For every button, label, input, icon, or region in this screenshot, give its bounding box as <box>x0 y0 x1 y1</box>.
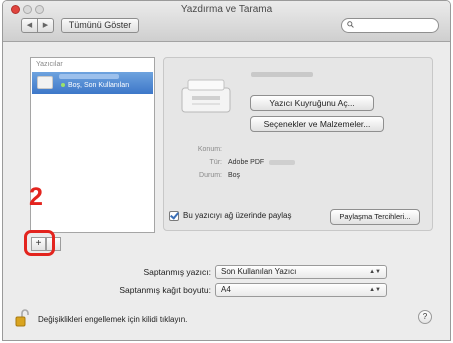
printer-image <box>181 79 231 113</box>
printer-name-redacted <box>251 72 313 77</box>
sharing-preferences-button[interactable]: Paylaşma Tercihleri... <box>330 209 420 225</box>
printer-icon <box>37 76 53 89</box>
help-button[interactable]: ? <box>418 310 432 324</box>
redacted-text <box>269 159 296 165</box>
window-title: Yazdırma ve Tarama <box>180 4 273 15</box>
lock-icon[interactable] <box>15 309 29 327</box>
printer-details-panel: Yazıcı Kuyruğunu Aç... Seçenekler ve Mal… <box>163 57 433 231</box>
step-number: 2 <box>29 183 43 211</box>
location-label: Konum: <box>197 146 222 153</box>
share-checkbox[interactable] <box>169 211 179 221</box>
show-all-button[interactable]: Tümünü Göster <box>61 18 139 33</box>
printer-status: Boş, Son Kullanılan <box>61 82 129 89</box>
status-label: Durum: <box>199 172 222 179</box>
default-printer-select[interactable]: Son Kullanılan Yazıcı ▲▼ <box>215 265 387 279</box>
default-printer-value: Son Kullanılan Yazıcı <box>221 267 297 276</box>
search-field[interactable] <box>341 18 439 33</box>
printer-status-text: Boş, Son Kullanılan <box>68 82 130 89</box>
lock-message: Değişiklikleri engellemek için kilidi tı… <box>38 315 188 324</box>
printer-list-item[interactable]: Boş, Son Kullanılan <box>32 72 153 94</box>
search-icon <box>347 21 354 28</box>
printer-name-redacted <box>59 74 119 79</box>
select-arrows-icon: ▲▼ <box>369 269 381 275</box>
default-paper-size-value: A4 <box>221 285 231 294</box>
forward-button[interactable]: ▶ <box>37 18 54 33</box>
type-label: Tür: <box>209 159 222 166</box>
default-paper-size-label: Saptanmış kağıt boyutu: <box>119 285 211 295</box>
status-value: Boş <box>228 172 241 179</box>
status-dot-icon <box>61 83 65 88</box>
default-paper-size-select[interactable]: A4 ▲▼ <box>215 283 387 297</box>
print-and-scan-window: Yazdırma ve Tarama ◀ ▶ Tümünü Göster Yaz… <box>2 0 451 341</box>
printer-list[interactable]: Yazıcılar Boş, Son Kullanılan <box>30 57 155 233</box>
type-value: Adobe PDF <box>228 159 265 166</box>
back-button[interactable]: ◀ <box>21 18 38 33</box>
open-print-queue-button[interactable]: Yazıcı Kuyruğunu Aç... <box>250 95 374 111</box>
printers-header: Yazıcılar <box>36 61 63 68</box>
options-and-supplies-button[interactable]: Seçenekler ve Malzemeler... <box>250 116 384 132</box>
title-bar: Yazdırma ve Tarama ◀ ▶ Tümünü Göster <box>3 1 450 42</box>
share-printer-option[interactable]: Bu yazıcıyı ağ üzerinde paylaş <box>169 211 292 221</box>
share-label: Bu yazıcıyı ağ üzerinde paylaş <box>183 211 292 221</box>
default-printer-label: Saptanmış yazıcı: <box>143 267 211 277</box>
highlight-box <box>24 230 55 256</box>
type-value-row: Adobe PDF <box>228 159 296 166</box>
select-arrows-icon: ▲▼ <box>369 287 381 293</box>
